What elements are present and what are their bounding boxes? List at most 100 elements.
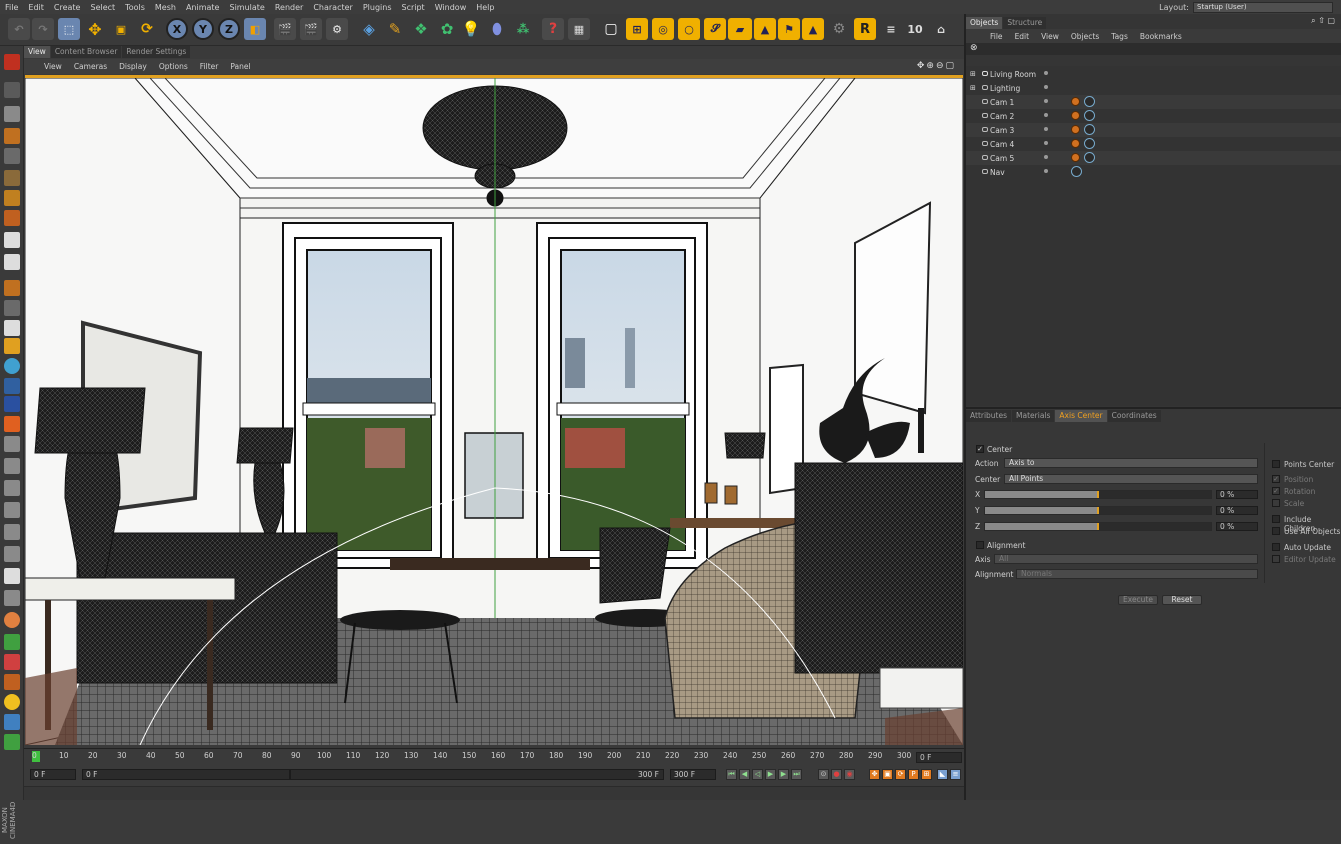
number-icon[interactable]: 10 [904,18,926,40]
bevel-icon[interactable] [4,546,20,562]
reset-button[interactable]: Reset [1162,595,1202,605]
timeline-ruler[interactable]: 0 10 20 30 40 50 60 70 80 90 100 110 120… [24,748,964,764]
make-editable-icon[interactable] [4,54,20,70]
magnet-icon[interactable] [4,320,20,336]
tab-objects[interactable]: Objects [966,17,1003,29]
figure-icon[interactable]: ⚑ [778,18,800,40]
center-checkbox[interactable]: ✓ [976,445,984,453]
om-menu-view[interactable]: View [1035,32,1065,41]
action-dropdown[interactable]: Axis to [1004,458,1258,468]
checker-icon[interactable] [4,232,20,248]
menu-select[interactable]: Select [85,3,120,12]
z-value-field[interactable]: 0 % [1216,522,1258,531]
bridge-icon[interactable] [4,590,20,606]
points-center-checkbox[interactable] [1272,460,1280,468]
quad-view-icon[interactable]: ⊞ [626,18,648,40]
record-options-icon[interactable]: ⊙ [818,769,829,780]
visibility-dot[interactable] [1044,127,1048,131]
sculpt-icon[interactable] [4,280,20,296]
scale-checkbox[interactable] [1272,499,1280,507]
start-frame-field[interactable]: 0 F [30,769,76,780]
sort-icon[interactable]: ≡ [880,18,902,40]
prev-key-icon[interactable]: ◀ [739,769,750,780]
axis-mode-icon[interactable] [4,128,20,144]
list-item[interactable]: ⊞ Lighting [966,81,1341,95]
timeline-menu-icon[interactable]: ≡ [950,769,961,780]
visibility-dot[interactable] [1044,155,1048,159]
editor-update-checkbox[interactable] [1272,555,1280,563]
protection-tag-icon[interactable] [1071,139,1080,148]
camera-tag-icon[interactable] [1084,110,1095,121]
vp-menu-display[interactable]: Display [113,62,153,71]
menu-render[interactable]: Render [270,3,308,12]
vp-menu-cameras[interactable]: Cameras [68,62,113,71]
snap-icon[interactable] [4,338,20,354]
x-value-field[interactable]: 0 % [1216,490,1258,499]
range-end-field[interactable]: 300 F [290,769,664,780]
tab-axis-center[interactable]: Axis Center [1055,410,1107,422]
grid-icon[interactable] [4,254,20,270]
menu-script[interactable]: Script [396,3,429,12]
menu-mesh[interactable]: Mesh [150,3,181,12]
camera-tag-icon[interactable] [1084,152,1095,163]
list-item[interactable]: Cam 3 [966,123,1341,137]
spiral-icon[interactable]: 𝓢 [704,18,726,40]
tab-coordinates[interactable]: Coordinates [1107,410,1161,422]
vp-menu-panel[interactable]: Panel [224,62,256,71]
object-search-bar[interactable]: ⊗ [966,43,1341,55]
mountain-icon[interactable]: ▲ [754,18,776,40]
subdivision-surface-icon[interactable]: ❖ [410,18,432,40]
gear-icon[interactable]: ⚙ [828,18,850,40]
vp-menu-options[interactable]: Options [153,62,194,71]
protection-tag-icon[interactable] [1071,153,1080,162]
layout-dropdown[interactable]: Startup (User) [1193,1,1333,13]
camera-tag-icon[interactable] [1084,124,1095,135]
axis-x-lock-icon[interactable]: X [166,18,188,40]
scale-tool-icon[interactable]: ▣ [110,18,132,40]
goto-end-icon[interactable]: ⏭ [791,769,802,780]
autokey-icon[interactable]: ◉ [844,769,855,780]
coordinate-system-icon[interactable]: ◧ [244,18,266,40]
key-position-icon[interactable]: ✥ [869,769,880,780]
visibility-dot[interactable] [1044,141,1048,145]
expand-icon[interactable]: ⊞ [970,84,976,92]
array-icon[interactable]: ✿ [436,18,458,40]
extrude-icon[interactable] [4,524,20,540]
calendar-icon[interactable]: ▦ [568,18,590,40]
om-menu-tags[interactable]: Tags [1105,32,1134,41]
protection-tag-icon[interactable] [1071,125,1080,134]
list-item[interactable]: Cam 5 [966,151,1341,165]
link-icon[interactable] [4,378,20,394]
search-icon[interactable]: ⌕ ⇧ ▢ [1311,16,1335,26]
om-menu-file[interactable]: File [984,32,1009,41]
3d-viewport[interactable] [25,75,963,745]
viewport-nav-icons[interactable]: ✥⊕⊖▢ [917,61,956,71]
record-icon[interactable]: ● [831,769,842,780]
alignment-checkbox[interactable] [976,541,984,549]
alignment-dropdown[interactable]: Normals [1016,569,1258,579]
target-icon[interactable]: ◎ [652,18,674,40]
menu-window[interactable]: Window [430,3,472,12]
spline-pen-icon[interactable]: ✎ [384,18,406,40]
layers-icon[interactable] [4,436,20,452]
menu-create[interactable]: Create [49,3,86,12]
menu-file[interactable]: File [0,3,23,12]
list-item[interactable]: Cam 1 [966,95,1341,109]
tab-structure[interactable]: Structure [1003,17,1047,29]
unlock-icon[interactable]: ⌂ [930,18,952,40]
undo-icon[interactable]: ↶ [8,18,30,40]
menu-simulate[interactable]: Simulate [224,3,269,12]
live-selection-icon[interactable]: ⬚ [58,18,80,40]
list-item[interactable]: ⊞ Living Room [966,67,1341,81]
om-menu-objects[interactable]: Objects [1065,32,1105,41]
visibility-dot[interactable] [1044,99,1048,103]
white-icon[interactable] [4,568,20,584]
key-rotation-icon[interactable]: ⟳ [895,769,906,780]
circle-icon[interactable]: ○ [678,18,700,40]
tab-materials[interactable]: Materials [1012,410,1055,422]
rotation-checkbox[interactable]: ✓ [1272,487,1280,495]
particle-emitter-icon[interactable]: ⁂ [512,18,534,40]
camera-tag-icon[interactable] [1071,166,1082,177]
menu-tools[interactable]: Tools [120,3,150,12]
car-icon[interactable]: ▰ [728,18,752,40]
